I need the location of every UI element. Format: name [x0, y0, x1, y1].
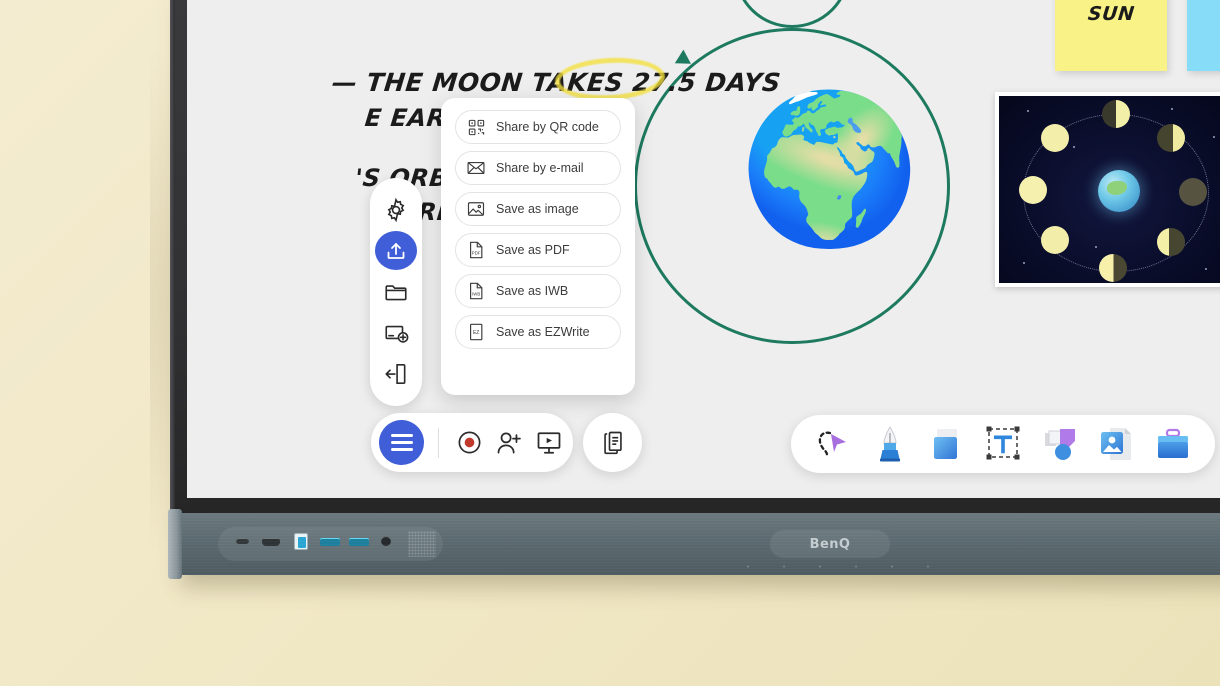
main-menu-button[interactable] — [379, 420, 424, 465]
present-screen-icon[interactable] — [531, 425, 567, 461]
sticky-note-sun-text: SUN — [1086, 2, 1136, 25]
soundbar-left-cap — [168, 509, 182, 579]
svg-text:IWB: IWB — [472, 292, 480, 297]
share-popup-panel: Share by QR code Share by e-mail Save as… — [441, 98, 635, 395]
phase-last-q — [1019, 176, 1047, 204]
add-user-icon[interactable] — [491, 425, 527, 461]
clipboard-icon — [599, 429, 627, 457]
brand-plate: BenQ — [770, 530, 890, 558]
save-as-image-label: Save as image — [496, 202, 579, 216]
save-as-iwb-item[interactable]: IWB Save as IWB — [455, 274, 621, 308]
display-soundbar: BenQ — [168, 509, 1220, 579]
toolbar-divider — [438, 427, 439, 458]
ezwrite-file-icon: EZ — [466, 322, 486, 342]
phase-new — [1102, 100, 1130, 128]
sticky-note-sun[interactable]: SUN — [1055, 0, 1167, 71]
display-screen: SUN M — [187, 0, 1220, 498]
record-icon[interactable] — [451, 425, 487, 461]
image-file-icon — [466, 199, 486, 219]
shapes-tool[interactable] — [1036, 422, 1084, 466]
eraser-tool[interactable] — [922, 422, 970, 466]
phase-wan-cres — [1041, 124, 1069, 152]
usb-highlight-port[interactable] — [294, 533, 308, 550]
add-page-icon[interactable] — [375, 314, 417, 353]
folder-icon[interactable] — [375, 272, 417, 311]
pen-tool[interactable] — [866, 422, 914, 466]
save-as-iwb-label: Save as IWB — [496, 284, 569, 298]
share-by-email-item[interactable]: Share by e-mail — [455, 151, 621, 185]
pdf-file-icon: PDF — [466, 240, 486, 260]
share-by-qr-code-item[interactable]: Share by QR code — [455, 110, 621, 144]
save-as-pdf-item[interactable]: PDF Save as PDF — [455, 233, 621, 267]
audio-jack[interactable] — [381, 536, 391, 546]
text-tool[interactable] — [979, 422, 1027, 466]
svg-text:EZ: EZ — [473, 330, 479, 336]
bottom-left-toolbar — [371, 413, 573, 472]
bezel-highlight — [170, 0, 175, 516]
moon-phases-image[interactable] — [995, 92, 1220, 287]
menu-line-2 — [390, 441, 413, 444]
phase-wax-cres — [1157, 124, 1185, 152]
side-toolbar — [370, 178, 422, 406]
clipboard-button[interactable] — [583, 413, 642, 472]
sticky-note-moon[interactable]: M — [1187, 0, 1220, 71]
save-as-ezwrite-label: Save as EZWrite — [496, 325, 590, 339]
soundbar-perforations — [730, 565, 940, 568]
orbit-circle-inner — [734, 0, 850, 28]
save-as-ezwrite-item[interactable]: EZ Save as EZWrite — [455, 315, 621, 349]
lasso-select-tool[interactable] — [809, 422, 857, 466]
share-by-qr-code-label: Share by QR code — [496, 120, 599, 134]
save-as-image-item[interactable]: Save as image — [455, 192, 621, 226]
usb-c-port[interactable] — [236, 538, 249, 544]
svg-text:PDF: PDF — [472, 251, 481, 256]
usb-a-port-1[interactable] — [320, 538, 340, 546]
image-tool[interactable] — [1092, 422, 1140, 466]
phase-first-q — [1179, 178, 1207, 206]
iwb-file-icon: IWB — [466, 281, 486, 301]
port-panel — [218, 527, 443, 561]
interactive-display: SUN M — [170, 0, 1220, 516]
exit-icon[interactable] — [375, 355, 417, 394]
menu-line-3 — [390, 448, 413, 451]
qr-code-icon — [466, 117, 486, 137]
settings-gear-icon[interactable] — [375, 190, 417, 229]
envelope-icon — [466, 158, 486, 178]
menu-line-1 — [390, 434, 413, 437]
save-as-pdf-label: Save as PDF — [496, 243, 570, 257]
share-upload-icon[interactable] — [375, 231, 417, 271]
phase-wax-gib — [1157, 228, 1185, 256]
toolbox-tool[interactable] — [1149, 422, 1197, 466]
benq-logo-text: BenQ — [809, 536, 851, 552]
tools-toolbar — [791, 415, 1215, 473]
phases-earth — [1098, 170, 1140, 212]
share-by-email-label: Share by e-mail — [496, 161, 584, 175]
speaker-grille — [408, 531, 436, 557]
earth-emoji: 🌍 — [739, 87, 921, 250]
usb-a-port-2[interactable] — [349, 538, 369, 546]
phase-full — [1099, 254, 1127, 282]
hdmi-port[interactable] — [262, 538, 280, 546]
phase-wan-gib — [1041, 226, 1069, 254]
